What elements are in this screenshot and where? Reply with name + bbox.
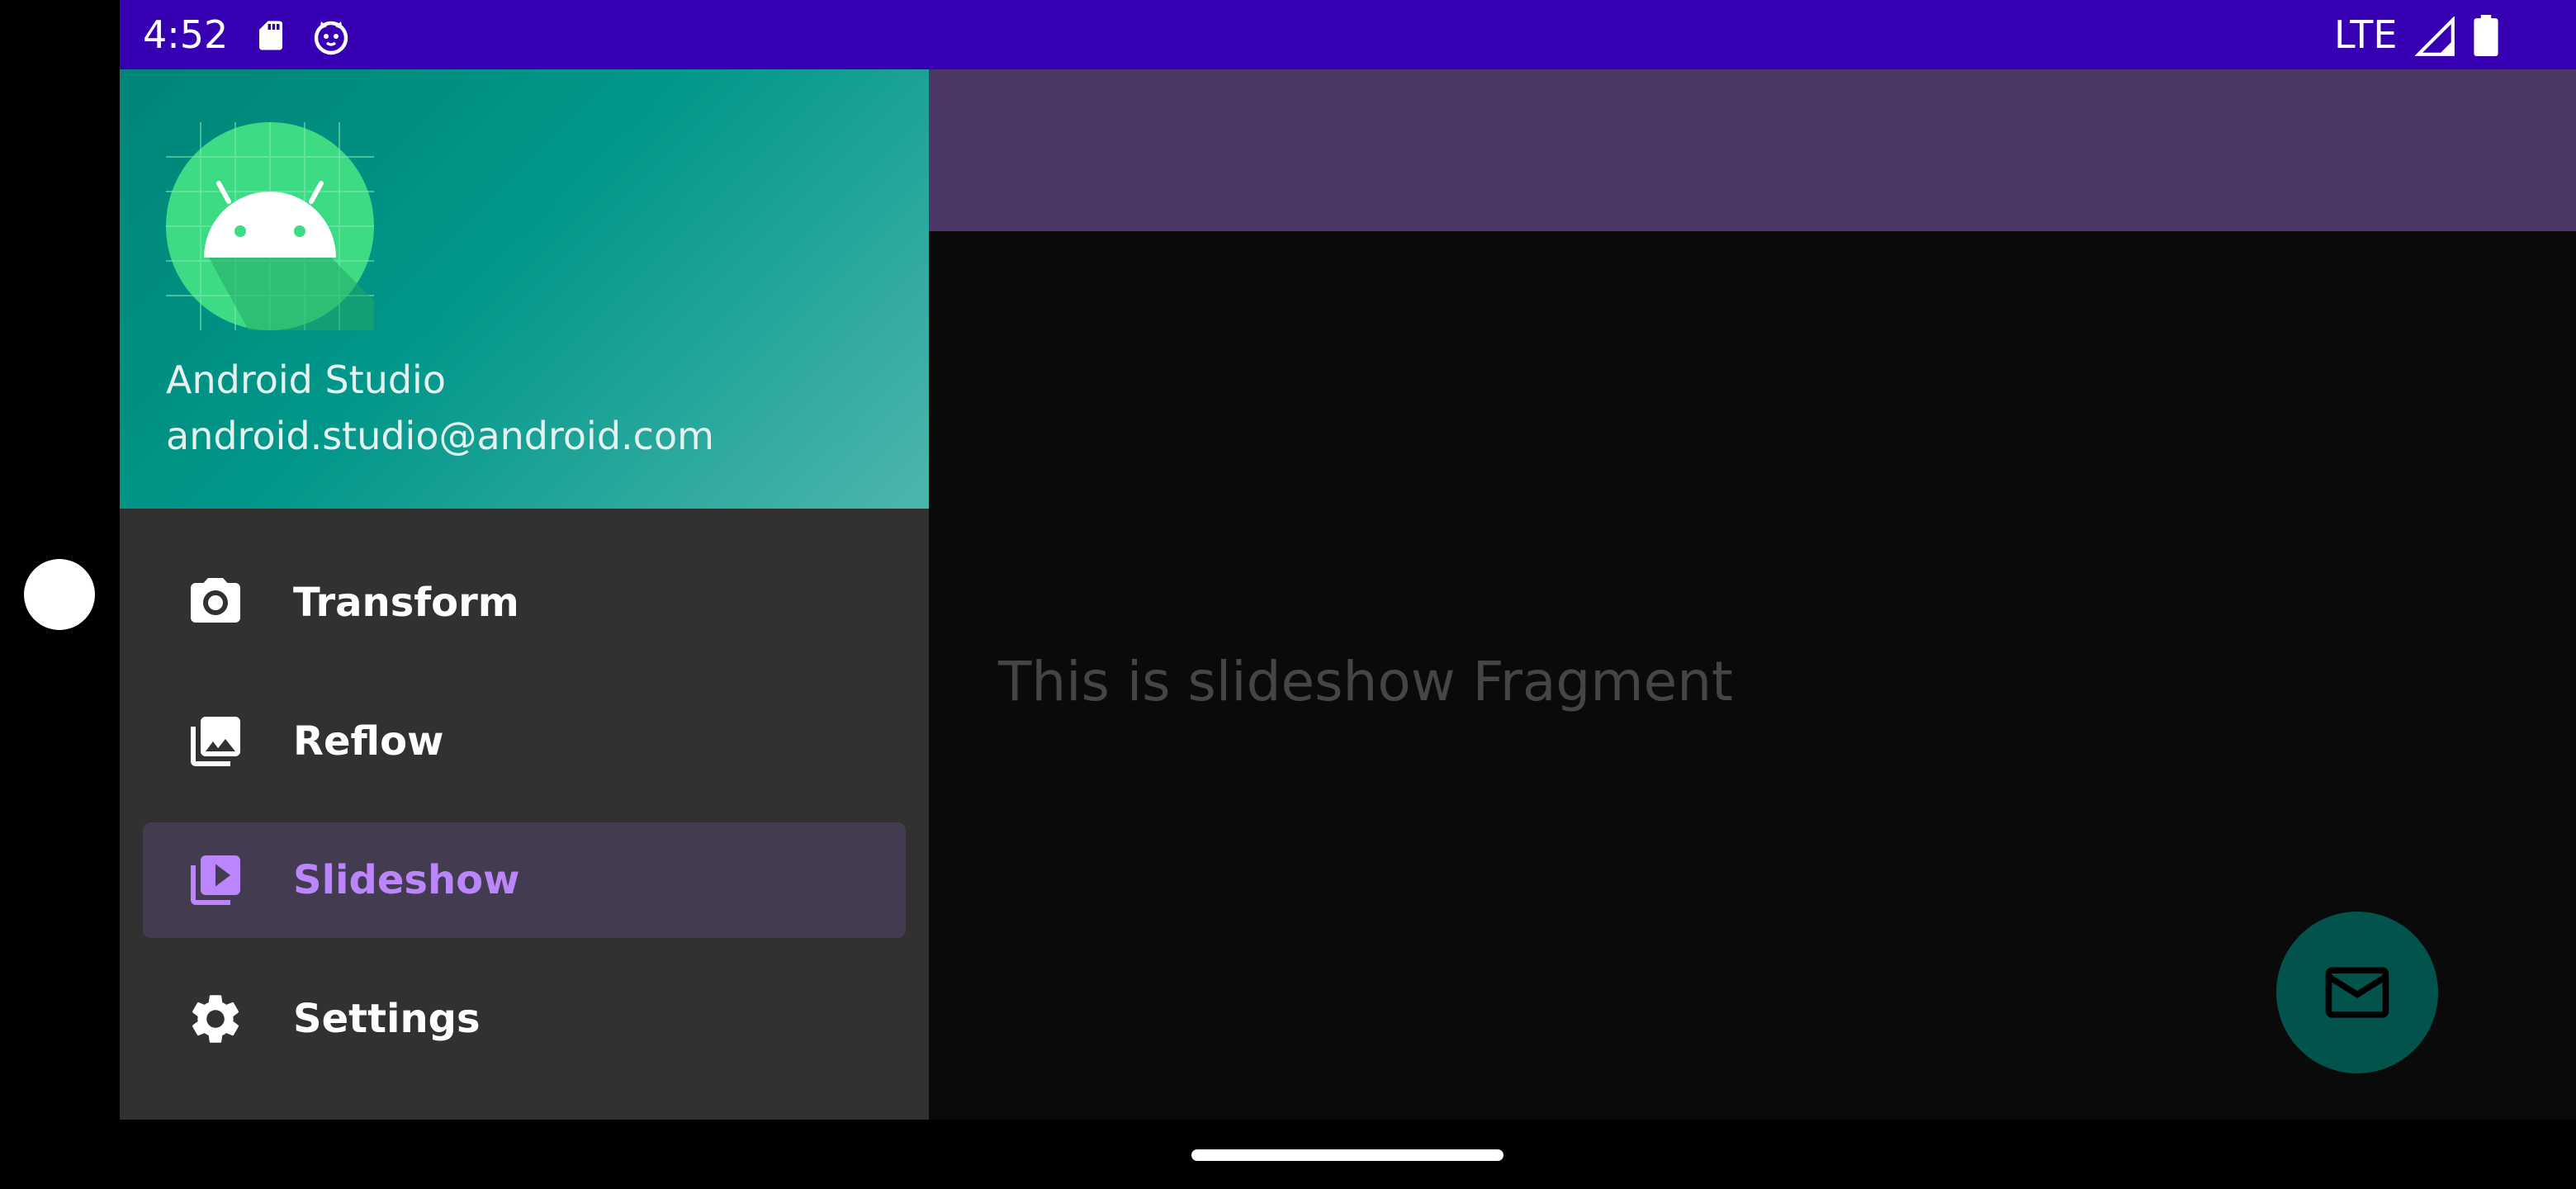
app-screen: 4:52 LTE This is slideshow Fragment Andr… <box>120 0 2576 1120</box>
image-gallery-icon <box>191 717 240 766</box>
gear-icon <box>192 995 239 1043</box>
nav-label-transform: Transform <box>293 580 519 626</box>
system-navigation-bar <box>120 1120 2576 1189</box>
nav-item-transform[interactable]: Transform <box>143 545 906 661</box>
navigation-drawer: Android Studio android.studio@android.co… <box>120 69 929 1120</box>
nav-label-slideshow: Slideshow <box>293 857 520 903</box>
sd-card-icon <box>259 21 282 50</box>
email-fab[interactable] <box>2276 912 2438 1073</box>
home-gesture-handle[interactable] <box>1191 1149 1503 1161</box>
email-icon <box>2325 967 2389 1018</box>
app-bar <box>929 69 2576 231</box>
nav-item-settings[interactable]: Settings <box>143 961 906 1077</box>
nav-label-reflow: Reflow <box>293 718 444 765</box>
nav-item-reflow[interactable]: Reflow <box>143 684 906 799</box>
android-logo-icon <box>166 122 374 330</box>
nav-label-settings: Settings <box>293 996 481 1042</box>
camera-icon <box>191 578 240 623</box>
user-email: android.studio@android.com <box>166 414 714 458</box>
status-time: 4:52 <box>143 12 229 57</box>
drawer-header: Android Studio android.studio@android.co… <box>120 69 929 509</box>
user-name: Android Studio <box>166 358 446 402</box>
network-type: LTE <box>2334 12 2398 57</box>
battery-icon <box>2474 15 2498 56</box>
cat-icon <box>314 21 348 55</box>
signal-icon <box>2415 17 2455 56</box>
nav-item-slideshow[interactable]: Slideshow <box>143 822 906 938</box>
fragment-text: This is slideshow Fragment <box>998 650 1733 713</box>
camera-cutout <box>24 559 95 630</box>
status-bar: 4:52 LTE <box>120 0 2576 69</box>
slideshow-icon <box>191 855 240 905</box>
